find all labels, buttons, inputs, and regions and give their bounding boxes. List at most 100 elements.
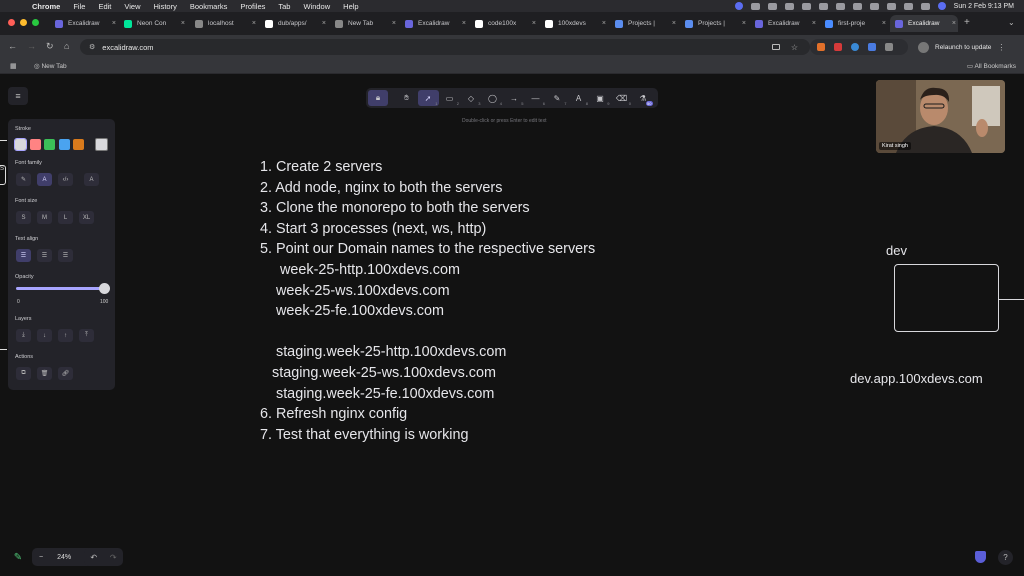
diamond-tool-icon[interactable]: ◇ 3: [461, 90, 482, 107]
bookmark-new-tab[interactable]: ◎ New Tab: [34, 62, 67, 70]
font-hand-drawn-button[interactable]: ✎: [16, 173, 31, 186]
tab-close-icon[interactable]: ×: [462, 20, 466, 27]
dev-label[interactable]: dev: [886, 243, 907, 258]
tab-3[interactable]: localhost ×: [190, 15, 258, 32]
extensions-puzzle-icon[interactable]: [885, 43, 893, 51]
stroke-color-swatch[interactable]: [73, 139, 84, 150]
tab-4[interactable]: dub/apps/ ×: [260, 15, 328, 32]
profile-avatar[interactable]: [918, 41, 929, 53]
tab-2[interactable]: Neon Con ×: [119, 15, 187, 32]
image-tool-icon[interactable]: ▣ 9: [590, 90, 611, 107]
metamask-extension-icon[interactable]: [817, 43, 825, 51]
address-url[interactable]: excalidraw.com: [102, 43, 153, 52]
menu-app-name[interactable]: Chrome: [32, 2, 60, 11]
eraser-tool-icon[interactable]: ⌫ 0: [611, 90, 632, 107]
dev-domain-text[interactable]: dev.app.100xdevs.com: [850, 371, 983, 386]
tab-1[interactable]: Excalidraw ×: [50, 15, 118, 32]
send-to-back-icon[interactable]: ⤓: [16, 329, 31, 342]
menu-view[interactable]: View: [124, 2, 140, 11]
home-icon[interactable]: ⌂: [64, 41, 69, 51]
font-normal-button[interactable]: A: [37, 173, 52, 186]
tab-close-icon[interactable]: ×: [392, 20, 396, 27]
align-center-icon[interactable]: ☰: [37, 249, 52, 262]
menu-tab[interactable]: Tab: [278, 2, 290, 11]
status-icon[interactable]: [835, 2, 845, 10]
send-backward-icon[interactable]: ↓: [37, 329, 52, 342]
zoom-out-button[interactable]: −: [32, 554, 50, 561]
encryption-shield-icon[interactable]: [975, 551, 986, 563]
tab-13[interactable]: Excalidraw ×: [890, 15, 958, 32]
tab-5[interactable]: New Tab ×: [330, 15, 398, 32]
draw-tool-icon[interactable]: ✎ 7: [547, 90, 568, 107]
arrow-tool-icon[interactable]: → 5: [504, 90, 525, 107]
font-size-l-button[interactable]: L: [58, 211, 73, 224]
selection-tool-icon[interactable]: ➚ 1: [417, 90, 439, 106]
tab-12[interactable]: first-proje ×: [820, 15, 888, 32]
dev-connector-line[interactable]: [999, 299, 1024, 300]
stroke-color-swatch[interactable]: [29, 139, 41, 150]
bring-forward-icon[interactable]: ↑: [58, 329, 73, 342]
status-app-icon[interactable]: [734, 2, 743, 10]
link-icon[interactable]: 🔗︎: [58, 367, 73, 380]
stroke-color-swatch[interactable]: [44, 139, 55, 150]
tab-close-icon[interactable]: ×: [602, 20, 606, 27]
font-code-button[interactable]: ‹/›: [58, 173, 73, 186]
status-icon[interactable]: [784, 2, 794, 10]
hand-tool-icon[interactable]: ✋︎: [396, 90, 417, 106]
menu-file[interactable]: File: [73, 2, 85, 11]
text-tool-icon[interactable]: A8: [568, 90, 589, 107]
menu-bookmarks[interactable]: Bookmarks: [190, 2, 228, 11]
tab-11[interactable]: Excalidraw ×: [750, 15, 818, 32]
pen-mode-icon[interactable]: ✎: [8, 548, 28, 566]
zoom-window-button[interactable]: [32, 19, 39, 26]
status-icon[interactable]: [750, 2, 760, 10]
tab-10[interactable]: Projects | ×: [680, 15, 748, 32]
align-left-icon[interactable]: ☰: [16, 249, 31, 262]
status-icon[interactable]: [852, 2, 862, 10]
back-arrow-icon[interactable]: ←: [8, 41, 17, 51]
tab-close-icon[interactable]: ×: [952, 20, 956, 27]
dev-rectangle[interactable]: [894, 264, 999, 332]
status-icon[interactable]: [818, 2, 828, 10]
font-size-s-button[interactable]: S: [16, 211, 31, 224]
stroke-color-swatch[interactable]: [14, 138, 27, 151]
control-center-icon[interactable]: [920, 2, 930, 10]
address-bar[interactable]: ⚙ excalidraw.com ☆: [80, 39, 810, 55]
menu-profiles[interactable]: Profiles: [240, 2, 265, 11]
menubar-clock[interactable]: Sun 2 Feb 9:13 PM: [954, 3, 1014, 10]
tab-9[interactable]: Projects | ×: [610, 15, 678, 32]
tab-close-icon[interactable]: ×: [322, 20, 326, 27]
tab-8[interactable]: 100xdevs ×: [540, 15, 608, 32]
extension-icon[interactable]: [868, 43, 876, 51]
stroke-color-swatch[interactable]: [58, 139, 70, 150]
bring-to-front-icon[interactable]: ⤒: [79, 329, 94, 342]
tab-close-icon[interactable]: ×: [532, 20, 536, 27]
tab-7[interactable]: code100x ×: [470, 15, 538, 32]
battery-icon[interactable]: [869, 2, 879, 10]
relaunch-to-update-button[interactable]: Relaunch to update ⋮: [918, 39, 1014, 55]
install-app-icon[interactable]: [772, 44, 780, 50]
wifi-icon[interactable]: [886, 2, 896, 10]
rectangle-tool-icon[interactable]: ▭ 2: [439, 90, 460, 107]
ellipse-tool-icon[interactable]: ◯ 4: [482, 90, 503, 107]
tab-close-icon[interactable]: ×: [882, 20, 886, 27]
font-size-m-button[interactable]: M: [37, 211, 52, 224]
extension-icon[interactable]: [851, 43, 859, 51]
minimize-window-button[interactable]: [20, 19, 27, 26]
extension-icon[interactable]: [834, 43, 842, 51]
site-settings-icon[interactable]: ⚙: [89, 43, 95, 51]
tab-close-icon[interactable]: ×: [812, 20, 816, 27]
duplicate-icon[interactable]: ⧉: [16, 367, 31, 380]
all-bookmarks-button[interactable]: ▭ All Bookmarks: [967, 62, 1016, 70]
font-picker-button[interactable]: A: [84, 173, 99, 186]
forward-arrow-icon[interactable]: →: [27, 41, 36, 51]
tab-search-chevron-icon[interactable]: ⌄: [1008, 18, 1015, 27]
help-icon[interactable]: ?: [998, 550, 1013, 565]
deployment-steps-text[interactable]: 1. Create 2 servers 2. Add node, nginx to…: [260, 157, 595, 445]
menu-help[interactable]: Help: [343, 2, 358, 11]
tab-close-icon[interactable]: ×: [181, 20, 185, 27]
redo-icon[interactable]: ↷: [110, 553, 117, 562]
reload-icon[interactable]: ↻: [46, 41, 54, 52]
menu-window[interactable]: Window: [303, 2, 330, 11]
tab-close-icon[interactable]: ×: [672, 20, 676, 27]
